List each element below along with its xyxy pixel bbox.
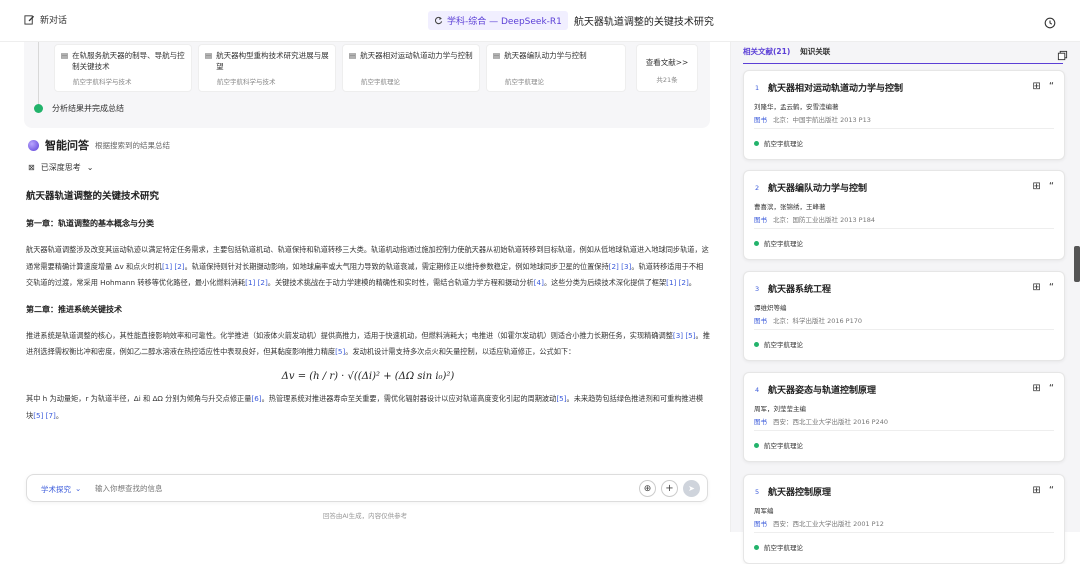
references-panel: 相关文献(21) 知识关联 1 航天器相对运动轨道动力学与控制 ⊞ “ 刘隆华，孟… <box>730 42 1080 564</box>
scrollbar[interactable] <box>1074 246 1080 282</box>
bookmark-icon[interactable]: ⊞ <box>1032 181 1040 192</box>
reference-card[interactable]: 4 航天器姿态与轨道控制原理 ⊞ “ 周军，刘莹莹主编 图书 西安：西北工业大学出版… <box>743 372 1065 462</box>
bookmark-icon[interactable]: ⊞ <box>1032 485 1040 496</box>
document-icon: ▤ <box>349 51 357 60</box>
tab-knowledge-graph[interactable]: 知识关联 <box>800 46 830 63</box>
subject-dot-icon <box>754 140 759 146</box>
citation-link[interactable]: [1] [2] <box>162 262 185 271</box>
subject-dot-icon <box>754 341 759 347</box>
history-button[interactable] <box>1044 14 1056 33</box>
answer-subtitle: 根据搜索到的结果总结 <box>95 140 170 150</box>
quote-icon[interactable]: “ <box>1049 81 1054 92</box>
reference-title[interactable]: 航天器相对运动轨道动力学与控制 <box>768 81 903 94</box>
ai-disclaimer: 回答由AI生成，内容仅供参考 <box>322 512 408 520</box>
formula: Δv = (h / r) · √((Δi)² + (ΔΩ sin i₀)²) <box>281 370 455 382</box>
paragraph: 航天器轨道调整涉及改变其运动轨迹以满足特定任务需求，主要包括轨道机动、轨道保持和… <box>26 245 709 287</box>
deep-thinking-toggle[interactable]: ⊠ 已深度思考 ⌄ <box>28 162 93 173</box>
bookmark-icon[interactable]: ⊞ <box>1032 282 1040 293</box>
copy-icon <box>1057 50 1068 61</box>
reference-tabs: 相关文献(21) 知识关联 <box>743 46 1063 64</box>
top-bar: 新对话 学科-综合 — DeepSeek-R1 航天器轨道调整的关键技术研究 <box>0 0 1080 42</box>
reference-title[interactable]: 航天器姿态与轨道控制原理 <box>768 383 876 396</box>
citation-link[interactable]: [5] <box>556 394 566 403</box>
citation-link[interactable]: [4] <box>534 278 544 287</box>
done-status-text: 分析结果并完成总结 <box>52 104 124 113</box>
article-heading: 航天器轨道调整的关键技术研究 <box>26 191 160 202</box>
document-icon: ▤ <box>61 51 69 60</box>
citation-link[interactable]: [1] [2] <box>245 278 268 287</box>
search-results-panel: ▤ 在轨服务航天器的制导、导航与控制关键技术 航空宇航科学与技术 ▤ 航天器构型重构… <box>24 42 710 128</box>
refresh-icon <box>434 16 443 25</box>
answer-title: 智能问答 <box>45 139 89 152</box>
search-ref-card[interactable]: ▤ 航天器构型重构技术研究进展与展望 航空宇航科学与技术 <box>198 44 336 92</box>
citation-link[interactable]: [5] <box>335 347 345 356</box>
subject-dot-icon <box>754 240 759 246</box>
citation-link[interactable]: [1] [2] <box>666 278 689 287</box>
mode-selector[interactable]: 学术探究 ⌄ <box>41 484 81 495</box>
bookmark-icon[interactable]: ⊞ <box>1032 81 1040 92</box>
page-title: 航天器轨道调整的关键技术研究 <box>573 17 714 28</box>
answer-article: 航天器轨道调整的关键技术研究 第一章：轨道调整的基本概念与分类 航天器轨道调整涉… <box>26 190 710 436</box>
model-badge[interactable]: 学科-综合 — DeepSeek-R1 <box>428 11 568 30</box>
citation-link[interactable]: [5] [7] <box>33 411 56 420</box>
done-check-icon <box>34 104 43 113</box>
subject-dot-icon <box>754 442 759 448</box>
bookmark-icon[interactable]: ⊞ <box>1032 383 1040 394</box>
citation-link[interactable]: [3] [5] <box>673 331 696 340</box>
quote-icon[interactable]: “ <box>1049 485 1054 496</box>
document-icon: ▤ <box>205 51 213 60</box>
document-icon: ▤ <box>493 51 501 60</box>
send-button[interactable]: ➤ <box>683 480 700 497</box>
answer-header: 智能问答 根据搜索到的结果总结 <box>28 137 170 153</box>
reference-title[interactable]: 航天器编队动力学与控制 <box>768 181 867 194</box>
reference-title[interactable]: 航天器系统工程 <box>768 282 831 295</box>
reference-title[interactable]: 航天器控制原理 <box>768 485 831 498</box>
reference-card[interactable]: 3 航天器系统工程 ⊞ “ 谭维炽等编 图书 北京：科学出版社 2016 P170 … <box>743 271 1065 361</box>
new-chat-label: 新对话 <box>40 16 68 26</box>
chevron-down-icon: ⌄ <box>75 484 82 493</box>
reference-card[interactable]: 2 航天器编队动力学与控制 ⊞ “ 曹喜滨，张锦绣，王峰著 图书 北京：国防工业出版… <box>743 170 1065 260</box>
ai-logo-icon <box>28 139 39 151</box>
reference-card[interactable]: 5 航天器控制原理 ⊞ “ 周军编 图书 西安：西北工业大学出版社 2001 P12… <box>743 474 1065 564</box>
main-panel: ▤ 在轨服务航天器的制导、导航与控制关键技术 航空宇航科学与技术 ▤ 航天器构型重构… <box>0 42 730 532</box>
citation-link[interactable]: [2] [3] <box>609 262 632 271</box>
edit-icon <box>24 15 35 25</box>
tab-related-refs[interactable]: 相关文献(21) <box>743 46 790 63</box>
chapter-title: 第二章：推进系统关键技术 <box>26 304 122 314</box>
quote-icon[interactable]: “ <box>1049 282 1054 293</box>
quote-icon[interactable]: “ <box>1049 181 1054 192</box>
brain-icon: ⊠ <box>28 163 35 172</box>
search-ref-card[interactable]: ▤ 航天器相对运动轨道动力学与控制 航空宇航理论 <box>342 44 480 92</box>
subject-dot-icon <box>754 544 759 550</box>
paragraph: 推进系统是轨道调整的核心，其性能直接影响效率和可靠性。化学推进（如液体火箭发动机… <box>26 330 710 357</box>
new-chat-button[interactable]: 新对话 <box>24 13 67 26</box>
chapter-title: 第一章：轨道调整的基本概念与分类 <box>26 219 154 228</box>
query-input-bar: 学术探究 ⌄ ⊕ + ➤ <box>26 474 708 502</box>
send-icon: ➤ <box>688 484 695 493</box>
search-input[interactable] <box>95 481 595 496</box>
web-search-button[interactable]: ⊕ <box>639 480 656 497</box>
plus-icon: + <box>665 483 674 494</box>
paragraph: 其中 h 为动量矩，r 为轨道半径，Δi 和 ΔΩ 分别为倾角与升交点修正量[6… <box>26 394 704 420</box>
add-attachment-button[interactable]: + <box>661 480 678 497</box>
quote-icon[interactable]: “ <box>1049 383 1054 394</box>
view-more-refs-button[interactable]: 查看文献>> 共21条 <box>636 44 698 92</box>
search-ref-card[interactable]: ▤ 在轨服务航天器的制导、导航与控制关键技术 航空宇航科学与技术 <box>54 44 192 92</box>
timeline-line <box>38 42 39 104</box>
clock-icon <box>1044 17 1056 29</box>
citation-link[interactable]: [6] <box>251 394 261 403</box>
chevron-down-icon: ⌄ <box>86 163 94 172</box>
globe-icon: ⊕ <box>643 483 652 494</box>
search-ref-card[interactable]: ▤ 航天器编队动力学与控制 航空宇航理论 <box>486 44 626 92</box>
reference-card[interactable]: 1 航天器相对运动轨道动力学与控制 ⊞ “ 刘隆华，孟云鹤，安雪滢编著 图书 北京：… <box>743 70 1065 160</box>
copy-all-button[interactable] <box>1057 46 1068 65</box>
conversation-title: 学科-综合 — DeepSeek-R1 航天器轨道调整的关键技术研究 <box>428 11 714 30</box>
